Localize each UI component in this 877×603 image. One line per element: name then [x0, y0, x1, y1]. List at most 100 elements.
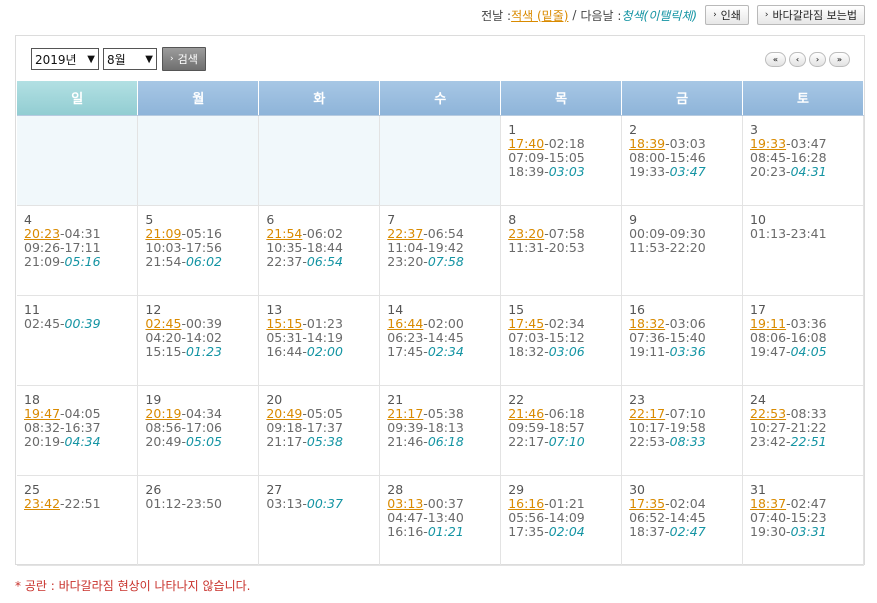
time-range: 05:31-14:19: [266, 329, 343, 345]
day-number: 20: [266, 391, 283, 407]
day-number: 14: [387, 301, 404, 317]
day-number: 8: [508, 211, 517, 227]
time-line: 17:45-02:34: [508, 315, 621, 331]
prev-day-time: 21:46: [508, 405, 545, 421]
year-select-value: 2019년: [35, 52, 77, 67]
prev-day-legend: 적색 (밑줄): [511, 8, 569, 23]
next-day-legend: 청색(이탤릭체): [621, 8, 698, 23]
time-range: 11:04-19:42: [387, 239, 464, 255]
prev-day-time: 23:42: [24, 495, 61, 511]
time-range: -05:05: [302, 405, 343, 421]
time-line: 21:54-06:02: [266, 225, 379, 241]
time-line: 20:23-04:31: [750, 163, 863, 179]
time-line: 22:37-06:54: [266, 253, 379, 269]
next-day-time: 07:10: [548, 433, 585, 449]
time-range: -03:03: [665, 135, 706, 151]
time-range: 00:09-09:30: [629, 225, 706, 241]
chevron-right-icon: ›: [170, 54, 174, 64]
time-range: -06:54: [423, 225, 464, 241]
time-line: 18:32-03:06: [629, 316, 742, 331]
print-button[interactable]: › 인쇄: [705, 5, 749, 25]
search-button[interactable]: › 검색: [162, 47, 206, 71]
time-line: 18:37-02:47: [629, 524, 742, 539]
prev-day-time: 21:09: [145, 225, 182, 241]
time-line: 19:33-03:47: [750, 135, 863, 151]
time-line: 08:45-16:28: [750, 150, 863, 165]
time-line: 22:53-08:33: [750, 406, 863, 421]
time-range: 09:39-18:13: [387, 419, 464, 435]
time-range: 01:12-23:50: [145, 495, 222, 511]
time-line: 22:37-06:54: [387, 225, 500, 241]
next-day-time: 03:47: [669, 163, 706, 179]
time-line: 20:49-05:05: [145, 433, 258, 449]
time-range: 10:27-21:22: [750, 419, 827, 435]
next-day-time: 04:31: [790, 163, 827, 179]
time-range: 17:35-: [508, 523, 549, 539]
time-range: 17:45-: [387, 343, 428, 359]
time-range: 23:42-: [750, 433, 791, 449]
time-line: 18:39-03:03: [629, 135, 742, 151]
time-line: 19:11-03:36: [750, 316, 863, 331]
time-range: 07:40-15:23: [750, 509, 827, 525]
time-range: 09:59-18:57: [508, 419, 585, 435]
chevron-down-icon: ▼: [145, 53, 153, 65]
prev-day-time: 03:13: [387, 495, 424, 511]
next-day-time: 04:05: [790, 343, 827, 359]
time-range: 16:44-: [266, 343, 307, 359]
time-line: 08:32-16:37: [24, 420, 137, 435]
next-day-time: 04:34: [64, 433, 101, 449]
day-number: 21: [387, 391, 404, 407]
time-range: -06:02: [302, 225, 343, 241]
time-line: 09:26-17:11: [24, 239, 137, 255]
next-month-button[interactable]: ›: [809, 52, 826, 67]
time-range: 22:17-: [508, 433, 549, 449]
weekday-header: 수: [379, 81, 502, 116]
time-line: 21:54-06:02: [145, 254, 258, 269]
day-number: 2: [629, 121, 638, 137]
next-day-time: 03:36: [669, 343, 706, 359]
time-range: -03:47: [786, 135, 827, 151]
calendar-day-cell: 4 20:23-04:31 09:26-17:11 21:09-05:16: [17, 205, 139, 296]
year-select[interactable]: 2019년 ▼: [31, 48, 99, 70]
time-line: 23:42-22:51: [24, 495, 137, 511]
howto-button[interactable]: › 바다갈라짐 보는법: [756, 5, 865, 25]
time-range: 10:03-17:56: [145, 239, 222, 255]
time-line: 21:17-05:38: [387, 406, 500, 421]
time-range: 23:20-: [387, 253, 428, 269]
day-number: 16: [629, 301, 646, 317]
time-line: 08:56-17:06: [145, 420, 258, 435]
day-number: 18: [24, 391, 40, 407]
time-range: -04:31: [60, 225, 101, 241]
time-line: 23:42-22:51: [750, 433, 863, 449]
day-number: 9: [629, 211, 638, 227]
time-line: 09:39-18:13: [387, 419, 500, 435]
time-line: 00:09-09:30: [629, 225, 742, 241]
time-range: 09:26-17:11: [24, 239, 101, 255]
time-range: 10:35-18:44: [266, 239, 343, 255]
prev-month-button[interactable]: ‹: [789, 52, 806, 67]
next-day-time: 01:23: [185, 343, 222, 359]
calendar-day-cell: 25 23:42-22:51: [17, 475, 139, 566]
last-page-button[interactable]: »: [829, 52, 850, 67]
month-select[interactable]: 8월 ▼: [103, 48, 157, 70]
next-day-time: 05:05: [185, 433, 222, 449]
time-range: -02:18: [544, 135, 585, 151]
next-day-time: 06:54: [306, 253, 343, 269]
day-number: 24: [750, 391, 766, 407]
next-day-time: 02:34: [427, 343, 464, 359]
calendar-empty-cell: [258, 115, 381, 206]
day-number: 26: [145, 481, 162, 497]
prev-day-time: 17:45: [508, 315, 545, 331]
first-page-button[interactable]: «: [765, 52, 786, 67]
calendar-day-cell: 28 03:13-00:37 04:47-13:40 16:16-01:21: [379, 475, 502, 566]
time-line: 21:46-06:18: [387, 433, 500, 449]
next-day-time: 07:58: [427, 253, 464, 269]
time-range: 21:46-: [387, 433, 428, 449]
day-number: 30: [629, 481, 646, 497]
search-bar: 2019년 ▼ 8월 ▼ › 검색: [31, 47, 206, 71]
calendar-day-cell: 10 01:13-23:41: [742, 205, 864, 296]
time-range: 11:53-22:20: [629, 239, 706, 255]
day-number: 1: [508, 121, 517, 137]
calendar-week-row: 11 02:45-00:39 12 02:45-00:39 04:20-14:02 15:…: [17, 295, 864, 386]
calendar-day-cell: 26 01:12-23:50: [137, 475, 260, 566]
